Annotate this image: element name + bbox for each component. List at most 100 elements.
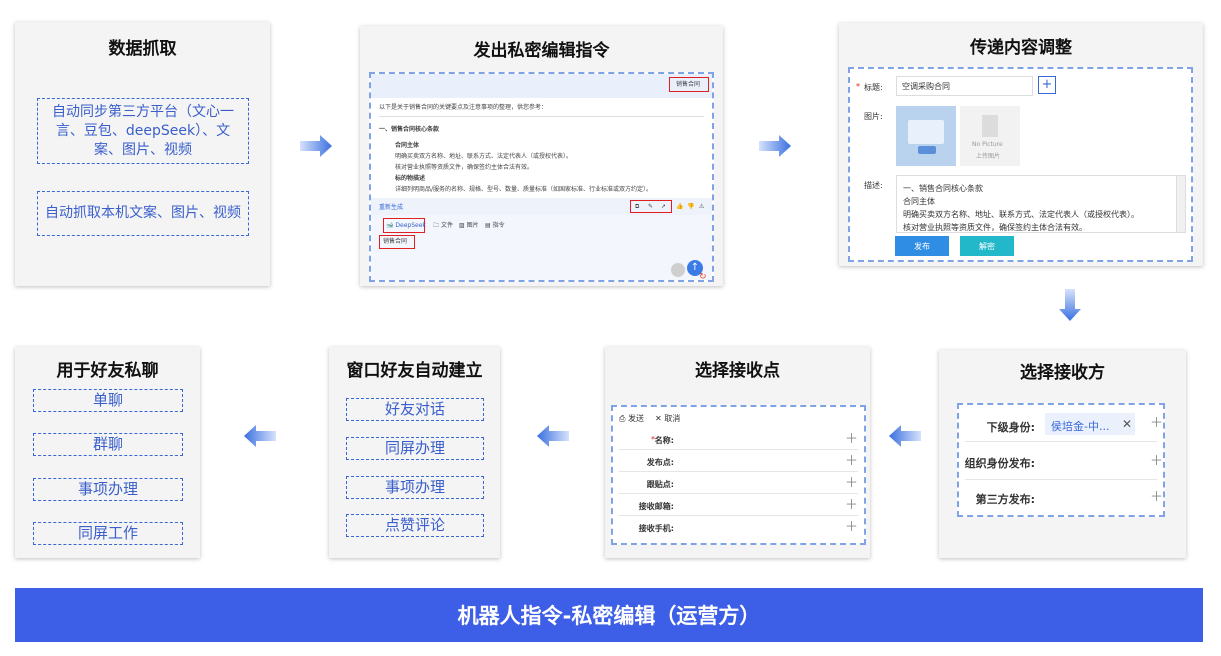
point-row-label: 接收手机: (638, 524, 674, 533)
card-window-friend: 窗口好友自动建立 好友对话 同屏办理 事项办理 点赞评论 (329, 347, 500, 558)
tool-label: 指令 (492, 222, 505, 229)
deepseek-model-select[interactable]: 🐋 DeepSeek (386, 221, 426, 230)
tag-button[interactable]: 销售合同 (676, 80, 700, 89)
file-tool[interactable]: 🗀 文件 (433, 221, 453, 230)
command-icon: ▤ (485, 222, 491, 229)
card-choose-receiver: 选择接收方 下级身份: 侯培金-中... ✕ ＋ 组织身份发布: ＋ 第三方发布… (939, 350, 1186, 558)
chat-input[interactable]: 销售合同 (383, 237, 407, 246)
edit-form: * 标题: 空调采购合同 + 图片: No Picture 上传图片 描述: 一… (848, 67, 1193, 262)
decrypt-button[interactable]: 解密 (960, 236, 1014, 256)
title-value: 空调采购合同 (902, 82, 950, 91)
thumbs-down-icon[interactable]: 👎 (687, 202, 694, 211)
arrow-left-icon (537, 425, 569, 447)
add-point-icon[interactable]: ＋ (845, 477, 858, 490)
point-row-label: 名称: (654, 436, 674, 445)
step-item: 自动抓取本机文案、图片、视频 (37, 191, 249, 236)
thumbnail-image (896, 106, 956, 166)
card-title: 发出私密编辑指令 (473, 41, 610, 61)
reply-line: 详细列明商品/服务的名称、规格、型号、数量、质量标准（如国家标准、行业标准或双方… (395, 186, 653, 193)
folder-icon: 🗀 (433, 222, 440, 229)
edit-icon[interactable]: ✎ (648, 202, 653, 211)
add-receiver-icon[interactable]: ＋ (1150, 491, 1163, 504)
upload-picture-slot[interactable]: No Picture 上传图片 (960, 106, 1020, 166)
image-icon: ▨ (459, 222, 465, 229)
receiver-row-label: 组织身份发布: (964, 457, 1035, 470)
card-data-capture: 数据抓取 自动同步第三方平台（文心一言、豆包、deepSeek）、文案、图片、视… (15, 22, 270, 286)
step-item: 同屏办理 (346, 437, 484, 460)
cancel-label: 取消 (664, 414, 681, 423)
receiver-tag-value: 侯培金-中... (1051, 420, 1110, 433)
send-icon: ⎙ (619, 414, 626, 423)
reply-intro: 以下是关于销售合同的关键要点及注意事项的整理，供您参考： (379, 104, 548, 111)
warning-icon[interactable]: ⚠ (699, 202, 704, 211)
reply-line: 核对营业执照等资质文件，确保签约主体合法有效。 (395, 164, 534, 171)
point-row-label: 跟贴点: (646, 480, 674, 489)
card-title: 数据抓取 (108, 39, 177, 59)
arrow-left-icon (244, 425, 276, 447)
desc-line: 合同主体 (903, 197, 935, 206)
scrollbar[interactable] (1176, 176, 1185, 232)
arrow-left-icon (889, 425, 921, 447)
step-item: 事项办理 (33, 478, 183, 501)
building-icon (982, 115, 998, 137)
receiver-tag[interactable]: 侯培金-中... ✕ (1045, 413, 1135, 435)
title-input[interactable]: 空调采购合同 (896, 76, 1033, 96)
step-item: 群聊 (33, 433, 183, 456)
reply-heading: 一、销售合同核心条款 (379, 126, 440, 133)
desc-label: 描述: (864, 181, 883, 190)
chat-screenshot: 销售合同 以下是关于销售合同的关键要点及注意事项的整理，供您参考： 一、销售合同… (369, 72, 714, 282)
reply-sub: 标的物描述 (395, 175, 426, 182)
add-receiver-icon[interactable]: ＋ (1150, 455, 1163, 468)
card-title: 选择接收点 (695, 361, 780, 381)
footer-banner: 机器人指令-私密编辑（运营方） (15, 588, 1203, 642)
add-point-icon[interactable]: ＋ (845, 455, 858, 468)
close-icon: ✕ (655, 414, 662, 423)
desc-line: 明确买卖双方名称、地址、联系方式、法定代表人（或授权代表）。 (903, 210, 1139, 219)
close-icon[interactable]: ✕ (1122, 417, 1132, 431)
add-point-icon[interactable]: ＋ (845, 433, 858, 446)
card-title: 选择接收方 (1020, 363, 1105, 383)
send-button[interactable]: ⎙ 发送 (619, 413, 644, 424)
card-content-adjust: 传递内容调整 * 标题: 空调采购合同 + 图片: No Picture 上传图… (839, 23, 1203, 266)
receiver-row-label: 第三方发布: (975, 493, 1035, 506)
reply-sub: 合同主体 (395, 142, 420, 149)
share-icon[interactable]: ➚ (661, 202, 666, 211)
arrow-down-icon (1059, 289, 1081, 321)
arrow-right-icon (300, 135, 332, 157)
thumbs-up-icon[interactable]: 👍 (676, 202, 683, 211)
deepseek-icon: 🐋 (386, 222, 394, 229)
point-panel: ⎙ 发送 ✕ 取消 * 名称: ＋ 发布点: ＋ 跟贴点: ＋ 接收邮箱: ＋ … (611, 405, 866, 545)
image-tool[interactable]: ▨ 图片 (459, 221, 479, 230)
receiver-panel: 下级身份: 侯培金-中... ✕ ＋ 组织身份发布: ＋ 第三方发布: ＋ (957, 403, 1165, 517)
step-item: 同屏工作 (33, 522, 183, 545)
tool-label: 图片 (466, 222, 479, 229)
card-title: 窗口好友自动建立 (346, 361, 483, 381)
regenerate-link[interactable]: 重新生成 (379, 203, 403, 212)
model-label: DeepSeek (395, 222, 426, 229)
upload-picture-text: 上传图片 (976, 153, 1001, 160)
add-button[interactable]: + (1038, 76, 1056, 94)
no-picture-text: No Picture (972, 141, 1003, 148)
command-tool[interactable]: ▤ 指令 (485, 221, 505, 230)
avatar (671, 263, 685, 277)
step-item: 好友对话 (346, 398, 484, 421)
card-private-edit: 发出私密编辑指令 销售合同 以下是关于销售合同的关键要点及注意事项的整理，供您参… (360, 26, 723, 286)
desc-line: 一、销售合同核心条款 (903, 184, 983, 193)
card-title: 传递内容调整 (970, 38, 1072, 58)
recycle-icon[interactable]: ↻ (699, 272, 707, 280)
publish-button[interactable]: 发布 (895, 236, 949, 256)
desc-textarea[interactable]: 一、销售合同核心条款 合同主体 明确买卖双方名称、地址、联系方式、法定代表人（或… (896, 175, 1186, 233)
add-point-icon[interactable]: ＋ (845, 521, 858, 534)
add-receiver-icon[interactable]: ＋ (1150, 417, 1163, 430)
tool-label: 文件 (440, 222, 453, 229)
point-row-label: 接收邮箱: (638, 502, 674, 511)
card-title: 用于好友私聊 (56, 361, 159, 381)
card-choose-point: 选择接收点 ⎙ 发送 ✕ 取消 * 名称: ＋ 发布点: ＋ 跟贴点: ＋ 接收… (605, 347, 870, 558)
required-mark: * (856, 82, 860, 91)
card-private-chat: 用于好友私聊 单聊 群聊 事项办理 同屏工作 (15, 347, 200, 558)
cancel-button[interactable]: ✕ 取消 (655, 413, 680, 424)
add-point-icon[interactable]: ＋ (845, 499, 858, 512)
arrow-right-icon (759, 135, 791, 157)
desc-line: 核对营业执照等资质文件，确保签约主体合法有效。 (903, 223, 1087, 232)
copy-icon[interactable]: ⧉ (635, 202, 639, 211)
